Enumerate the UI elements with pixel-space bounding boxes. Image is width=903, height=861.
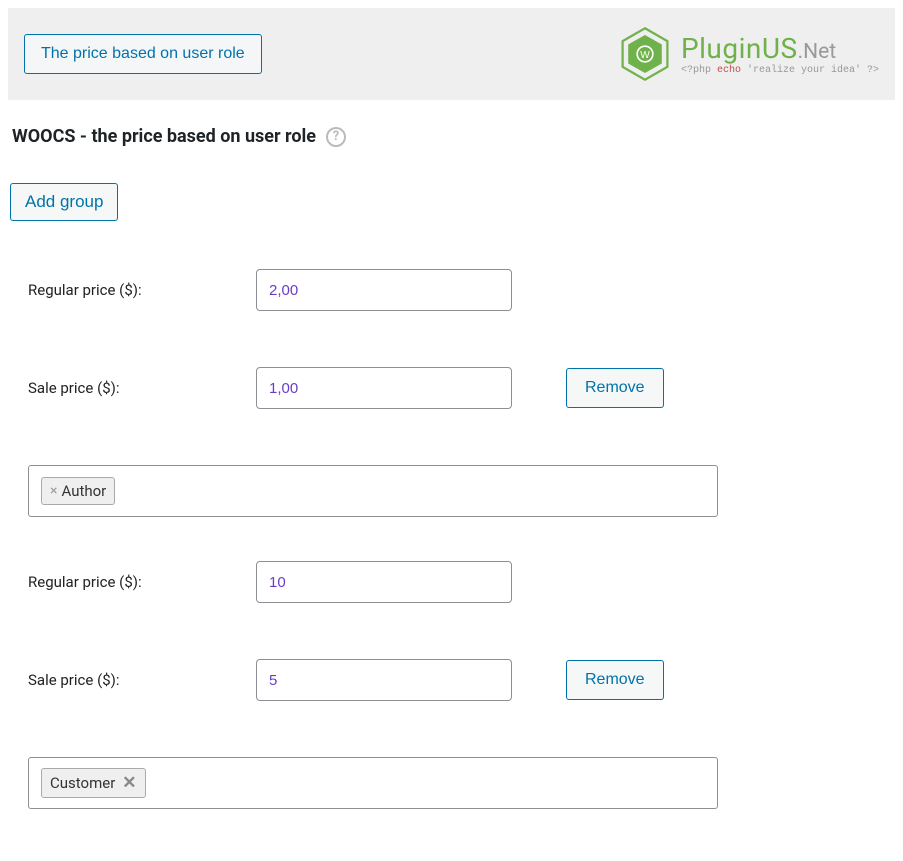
price-role-tab[interactable]: The price based on user role [24, 34, 262, 74]
sale-price-row: Sale price ($): Remove [8, 367, 895, 409]
regular-price-input[interactable] [256, 269, 512, 311]
logo-main-text: PluginUS [681, 32, 798, 65]
sale-price-label: Sale price ($): [28, 671, 256, 689]
regular-price-label: Regular price ($): [28, 281, 256, 299]
price-group: Regular price ($): Sale price ($): Remov… [8, 269, 895, 517]
logo: W PluginUS.Net <?php echo 'realize your … [617, 26, 879, 82]
logo-hexagon-icon: W [617, 26, 673, 82]
regular-price-row: Regular price ($): [8, 269, 895, 311]
header-bar: The price based on user role W PluginUS.… [8, 8, 895, 100]
logo-text: PluginUS.Net <?php echo 'realize your id… [681, 32, 879, 76]
sale-price-input[interactable] [256, 367, 512, 409]
role-tag[interactable]: Customer ✕ [41, 768, 146, 798]
logo-suffix-text: .Net [798, 40, 837, 64]
role-selector[interactable]: Customer ✕ [28, 757, 718, 809]
role-tag-label: Author [61, 482, 106, 500]
regular-price-row: Regular price ($): [8, 561, 895, 603]
price-group: Regular price ($): Sale price ($): Remov… [8, 561, 895, 809]
sale-price-label: Sale price ($): [28, 379, 256, 397]
section-title: WOOCS - the price based on user role [12, 126, 316, 147]
add-group-button[interactable]: Add group [10, 183, 118, 221]
logo-tagline: <?php echo 'realize your idea' ?> [681, 65, 879, 76]
sale-price-input[interactable] [256, 659, 512, 701]
remove-button[interactable]: Remove [566, 368, 664, 408]
remove-button[interactable]: Remove [566, 660, 664, 700]
role-selector[interactable]: × Author [28, 465, 718, 517]
role-tag-label: Customer [50, 774, 115, 792]
regular-price-label: Regular price ($): [28, 573, 256, 591]
section-title-row: WOOCS - the price based on user role ? [8, 126, 895, 147]
svg-text:W: W [640, 50, 650, 61]
role-tag[interactable]: × Author [41, 477, 115, 505]
close-icon[interactable]: ✕ [122, 773, 136, 793]
close-icon[interactable]: × [50, 483, 57, 499]
sale-price-row: Sale price ($): Remove [8, 659, 895, 701]
regular-price-input[interactable] [256, 561, 512, 603]
help-icon[interactable]: ? [326, 127, 346, 147]
